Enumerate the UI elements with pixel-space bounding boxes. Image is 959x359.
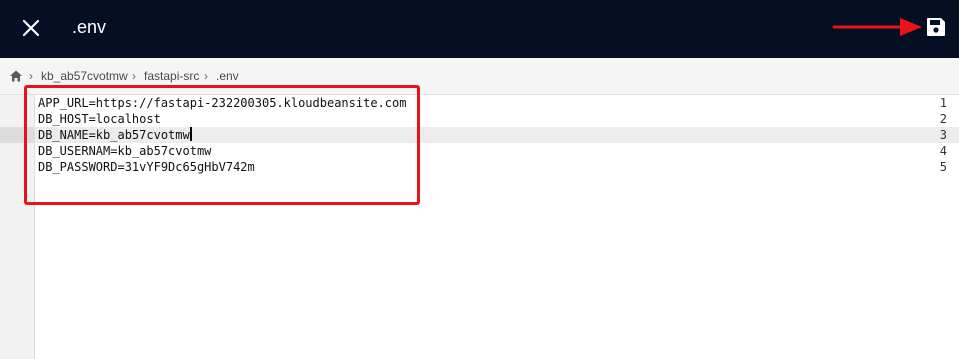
code-line[interactable]: DB_PASSWORD=31vYF9Dc65gHbV742m [38, 159, 255, 175]
code-line[interactable]: APP_URL=https://fastapi-232200305.kloudb… [38, 95, 406, 111]
line-number: 5 [939, 160, 947, 174]
close-icon [22, 19, 40, 37]
breadcrumb-item-subfolder[interactable]: fastapi-src [144, 58, 199, 94]
line-number: 3 [939, 128, 947, 142]
text-cursor [189, 127, 192, 141]
line-number: 1 [939, 96, 947, 110]
floppy-disk-icon [927, 18, 945, 36]
breadcrumb-item-file: .env [216, 69, 239, 83]
breadcrumb-item-folder[interactable]: kb_ab57cvotmw [41, 58, 128, 94]
save-button[interactable] [923, 14, 949, 40]
annotation-arrow [832, 18, 922, 36]
file-title: .env [72, 17, 107, 37]
code-line-text: DB_NAME=kb_ab57cvotmw [38, 128, 190, 142]
code-line-active[interactable]: DB_NAME=kb_ab57cvotmw [38, 127, 192, 143]
breadcrumb-separator: › [204, 69, 208, 83]
line-number: 4 [939, 144, 947, 158]
code-editor[interactable]: 1 2 3 4 5 APP_URL=https://fastapi-232200… [0, 95, 959, 359]
breadcrumb: › kb_ab57cvotmw › fastapi-src › .env [0, 58, 959, 95]
code-line[interactable]: DB_USERNAM=kb_ab57cvotmw [38, 143, 211, 159]
line-number: 2 [939, 112, 947, 126]
home-icon [10, 70, 22, 82]
breadcrumb-separator: › [29, 69, 33, 83]
breadcrumb-separator: › [132, 69, 136, 83]
editor-header: .env [0, 0, 959, 58]
breadcrumb-home[interactable] [9, 58, 25, 94]
code-line[interactable]: DB_HOST=localhost [38, 111, 161, 127]
close-button[interactable] [17, 14, 45, 42]
active-line-gutter-highlight [0, 127, 34, 143]
